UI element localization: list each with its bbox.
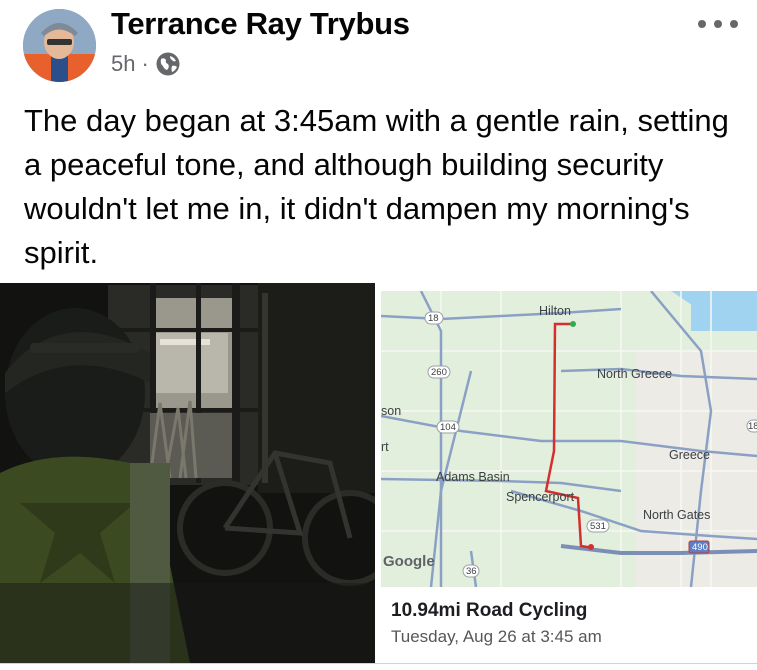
globe-icon: [156, 52, 180, 76]
post-time[interactable]: 5h: [111, 51, 135, 77]
shield-490: 490: [692, 542, 708, 553]
shield-18b: 18: [748, 421, 757, 432]
google-logo: Google: [383, 553, 435, 570]
more-dot: [714, 20, 722, 28]
label-son: son: [381, 404, 401, 418]
label-adams-basin: Adams Basin: [436, 470, 510, 484]
more-dot: [730, 20, 738, 28]
label-hilton: Hilton: [539, 304, 571, 318]
post-photo[interactable]: [0, 283, 375, 663]
more-options-icon[interactable]: [698, 14, 738, 34]
shield-260: 260: [431, 367, 447, 378]
label-spencerport: Spencerport: [506, 490, 575, 504]
more-dot: [698, 20, 706, 28]
post-meta: 5h ·: [111, 49, 181, 79]
activity-title: 10.94mi Road Cycling: [391, 600, 588, 621]
author-name[interactable]: Terrance Ray Trybus: [111, 6, 410, 42]
shield-36: 36: [466, 566, 477, 577]
activity-date: Tuesday, Aug 26 at 3:45 am: [391, 627, 602, 646]
label-greece: Greece: [669, 448, 710, 462]
author-avatar[interactable]: [23, 9, 96, 82]
route-map[interactable]: 18 260 104 18 531 490 36 Hilton North Gr…: [381, 291, 757, 587]
shield-104: 104: [440, 422, 456, 433]
activity-card[interactable]: 18 260 104 18 531 490 36 Hilton North Gr…: [378, 283, 757, 663]
label-rt: rt: [381, 440, 389, 454]
post-header: Terrance Ray Trybus 5h ·: [0, 0, 757, 90]
shield-18: 18: [428, 313, 439, 324]
label-north-greece: North Greece: [597, 367, 672, 381]
divider: [0, 663, 757, 664]
meta-separator: ·: [141, 51, 149, 76]
shield-531: 531: [590, 521, 606, 532]
post-text: The day began at 3:45am with a gentle ra…: [24, 103, 729, 270]
label-north-gates: North Gates: [643, 508, 710, 522]
